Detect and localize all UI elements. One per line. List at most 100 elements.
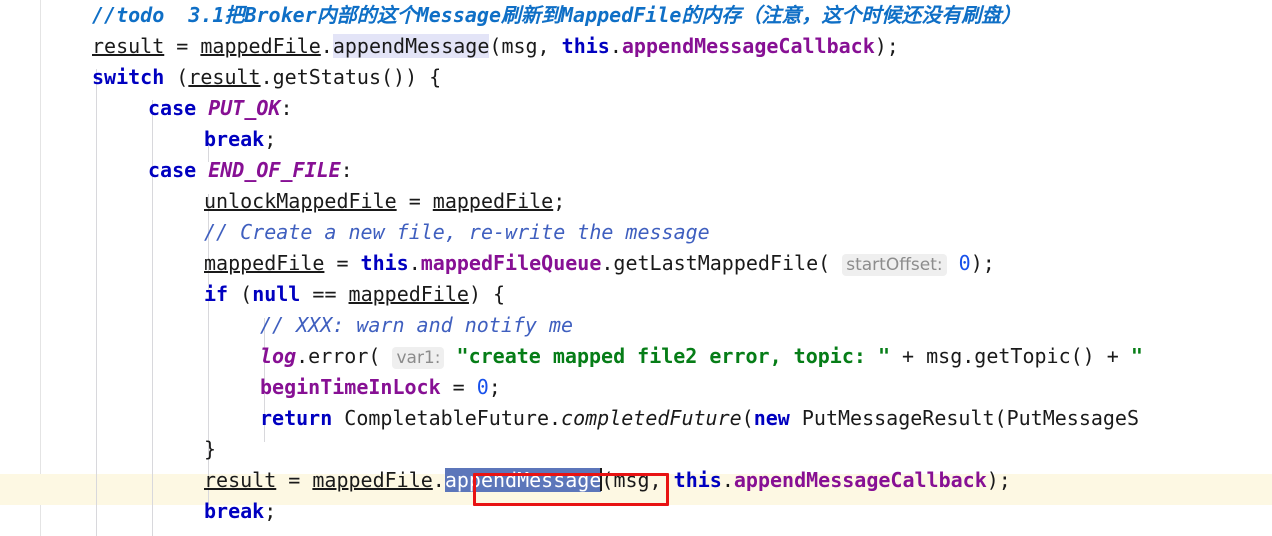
operator-dot: . — [320, 34, 333, 58]
if-paren-open: ( — [228, 282, 253, 306]
call-get-last-mapped-file: .getLastMappedFile( — [601, 251, 831, 275]
operator-assign-5: = — [276, 468, 313, 492]
space-3 — [830, 251, 842, 275]
type-completable-future: CompletableFuture. — [332, 406, 562, 430]
field-append-message-callback-2: appendMessageCallback — [733, 468, 987, 492]
field-begin-time-in-lock: beginTimeInLock — [260, 375, 441, 399]
identifier-mapped-file-3: mappedFile — [204, 251, 325, 275]
code-line-return-completable-future[interactable]: return CompletableFuture.completedFuture… — [0, 403, 1272, 434]
space-6 — [444, 344, 456, 368]
code-line-case-end-of-file[interactable]: case END_OF_FILE: — [0, 155, 1272, 186]
colon-1: : — [280, 96, 293, 120]
paren-close-semi-3: ); — [986, 468, 1011, 492]
operator-dot-2: . — [609, 34, 622, 58]
string-open-quote: " — [1130, 344, 1143, 368]
code-line-if-null[interactable]: if (null == mappedFile) { — [0, 279, 1272, 310]
inlay-hint-start-offset[interactable]: startOffset: — [842, 254, 947, 276]
call-get-topic: msg.getTopic() — [926, 344, 1095, 368]
paren-open: ( — [489, 34, 502, 58]
colon-2: : — [340, 158, 353, 182]
code-line-break-2[interactable]: break; — [0, 496, 1272, 527]
operator-dot-5: . — [721, 468, 734, 492]
todo-keyword: //todo 3.1 — [92, 3, 225, 27]
code-line-unlock-mapped-file[interactable]: unlockMappedFile = mappedFile; — [0, 186, 1272, 217]
arg-msg: msg, — [501, 34, 562, 58]
keyword-null: null — [252, 282, 301, 306]
keyword-if: if — [204, 282, 229, 306]
comment-create-new-file: // Create a new file, re-write the messa… — [204, 220, 710, 244]
keyword-case-2: case — [148, 158, 197, 182]
identifier-mapped-file-5: mappedFile — [312, 468, 433, 492]
constant-end-of-file: END_OF_FILE — [208, 158, 341, 182]
semicolon-2: ; — [553, 189, 566, 213]
brace-close: } — [204, 437, 217, 461]
static-field-log: log — [260, 344, 297, 368]
field-mapped-file-queue: mappedFileQueue — [420, 251, 602, 275]
number-zero: 0 — [958, 251, 971, 275]
space-4 — [947, 251, 959, 275]
space-5 — [380, 344, 392, 368]
code-line-todo-comment[interactable]: //todo 3.1把Broker内部的这个Message刷新到MappedFi… — [0, 0, 1272, 31]
code-line-comment-create-new-file[interactable]: // Create a new file, re-write the messa… — [0, 217, 1272, 248]
identifier-mapped-file: mappedFile — [200, 34, 321, 58]
code-line-close-brace[interactable]: } — [0, 434, 1272, 465]
paren-close-semi-2: ); — [970, 251, 995, 275]
switch-paren-open: ( — [164, 65, 189, 89]
identifier-result-2: result — [188, 65, 261, 89]
code-line-break-1[interactable]: break; — [0, 124, 1272, 155]
operator-plus-1: + — [890, 344, 927, 368]
constant-put-ok: PUT_OK — [208, 96, 281, 120]
semicolon-3: ; — [488, 375, 501, 399]
code-content[interactable]: //todo 3.1把Broker内部的这个Message刷新到MappedFi… — [0, 0, 1272, 527]
static-method-completed-future: completedFuture — [561, 406, 742, 430]
operator-dot-4: . — [432, 468, 445, 492]
identifier-unlock-mapped-file: unlockMappedFile — [204, 189, 397, 213]
semicolon-1: ; — [264, 127, 277, 151]
keyword-this-2: this — [360, 251, 409, 275]
call-get-status: .getStatus()) { — [260, 65, 442, 89]
keyword-this: this — [561, 34, 610, 58]
identifier-result: result — [92, 34, 165, 58]
keyword-new: new — [753, 406, 790, 430]
operator-dot-3: . — [408, 251, 421, 275]
code-line-log-error[interactable]: log.error( var1: "create mapped file2 er… — [0, 341, 1272, 372]
keyword-switch: switch — [92, 65, 165, 89]
number-zero-2: 0 — [476, 375, 489, 399]
code-line-append-message-2[interactable]: result = mappedFile.appendMessage(msg, t… — [0, 465, 1272, 496]
inlay-hint-var1[interactable]: var1: — [392, 347, 445, 369]
operator-assign-2: = — [396, 189, 433, 213]
keyword-break-2: break — [204, 499, 265, 523]
call-error: .error( — [296, 344, 381, 368]
comment-xxx: // XXX: warn and notify me — [260, 313, 574, 337]
operator-assign-3: = — [324, 251, 361, 275]
operator-plus-2: + — [1094, 344, 1131, 368]
field-append-message-callback: appendMessageCallback — [621, 34, 875, 58]
keyword-this-3: this — [673, 468, 722, 492]
paren-open-3: ( — [601, 468, 614, 492]
code-line-append-message-1[interactable]: result = mappedFile.appendMessage(msg, t… — [0, 31, 1272, 62]
operator-assign-4: = — [440, 375, 477, 399]
arg-msg-2: msg, — [613, 468, 674, 492]
selected-method-append-message[interactable]: appendMessage — [444, 468, 602, 492]
code-line-case-put-ok[interactable]: case PUT_OK: — [0, 93, 1272, 124]
if-close: ) { — [468, 282, 506, 306]
code-line-get-last-mapped-file[interactable]: mappedFile = this.mappedFileQueue.getLas… — [0, 248, 1272, 279]
space-1 — [196, 96, 208, 120]
string-error-message: "create mapped file2 error, topic: " — [456, 344, 891, 368]
code-editor[interactable]: //todo 3.1把Broker内部的这个Message刷新到MappedFi… — [0, 0, 1272, 536]
todo-text-cn: 把Broker内部的这个Message刷新到MappedFile的内存（注意，这… — [224, 3, 1022, 27]
code-line-comment-xxx[interactable]: // XXX: warn and notify me — [0, 310, 1272, 341]
paren-open-2: ( — [741, 406, 754, 430]
code-line-switch[interactable]: switch (result.getStatus()) { — [0, 62, 1272, 93]
keyword-return: return — [260, 406, 333, 430]
operator-eqeq: == — [300, 282, 349, 306]
identifier-mapped-file-4: mappedFile — [348, 282, 469, 306]
operator-assign: = — [164, 34, 201, 58]
paren-close-semi: ); — [874, 34, 899, 58]
space-2 — [196, 158, 208, 182]
keyword-break-1: break — [204, 127, 265, 151]
method-append-message: appendMessage — [332, 34, 490, 58]
code-line-begin-time-in-lock[interactable]: beginTimeInLock = 0; — [0, 372, 1272, 403]
keyword-case: case — [148, 96, 197, 120]
ctor-put-message-result: PutMessageResult(PutMessageS — [789, 406, 1140, 430]
